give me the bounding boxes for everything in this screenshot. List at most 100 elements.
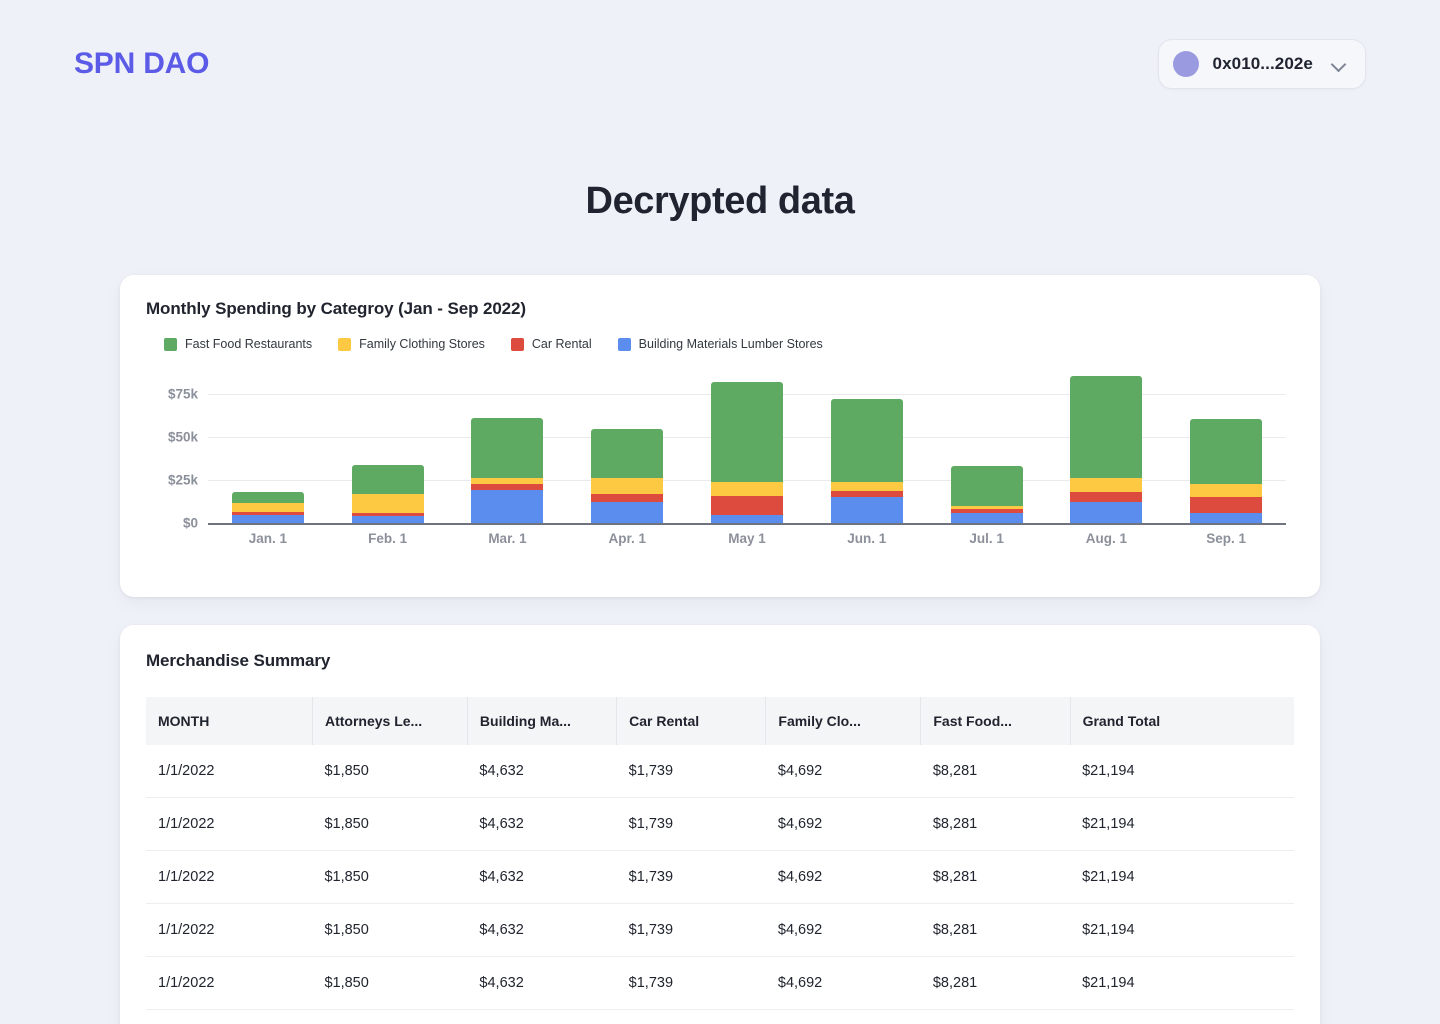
legend-item[interactable]: Family Clothing Stores [338,337,485,351]
table-row[interactable]: 1/1/2022 $1,850 $4,632 $1,739 $4,692 $8,281 $2… [146,745,1294,798]
legend-swatch-icon [164,337,177,351]
legend-label: Family Clothing Stores [359,337,485,351]
bar-column[interactable] [1166,373,1286,523]
table-row[interactable]: 1/1/2022 $1,850 $4,632 $1,739 $4,692 $8,281 $2… [146,797,1294,851]
table-cell: 1/1/2022 [146,903,313,957]
bar-segment [830,497,903,523]
table-cell: 1/1/2022 [146,850,313,904]
bar-column[interactable] [567,373,687,523]
table-cell: $1,850 [312,903,468,957]
chart-title: Monthly Spending by Categroy (Jan - Sep … [146,299,526,318]
stacked-bar[interactable] [591,428,664,523]
x-axis-line [208,523,1286,525]
table-column-header[interactable]: Family Clo... [765,697,922,745]
stacked-bar[interactable] [351,464,424,523]
y-axis-tick-label: $0 [182,515,198,531]
table-cell: $4,692 [765,797,921,851]
bar-segment [231,515,304,523]
bar-segment [1190,419,1263,485]
bar-segment [351,516,424,523]
stacked-bar[interactable] [1070,376,1143,523]
table-cell: $1,739 [616,956,766,1010]
table-cell: $4,632 [467,903,617,957]
table-row[interactable]: 1/1/2022 $1,850 $4,632 $1,739 $4,692 $8,281 $2… [146,956,1294,1010]
table-cell: $4,692 [765,903,921,957]
stacked-bar[interactable] [231,492,304,523]
bar-segment [351,493,424,513]
x-axis-tick-label: Jun. 1 [847,531,887,546]
table-cell: $4,692 [765,745,921,798]
x-axis-tick-label: Jul. 1 [969,531,1004,546]
brand-logo[interactable]: SPN DAO [74,47,209,81]
legend-label: Fast Food Restaurants [185,337,313,351]
table-cell: $1,739 [616,850,766,904]
bar-segment [1190,484,1263,498]
bar-column[interactable] [448,373,568,523]
table-column-header[interactable]: Fast Food... [920,697,1071,745]
bar-segment [471,477,544,485]
bar-column[interactable] [328,373,448,523]
table-cell: 1/1/2022 [146,745,313,798]
app-header: SPN DAO 0x010...202e [0,0,1440,128]
bar-segment [1070,492,1143,503]
table-column-header[interactable]: Attorneys Le... [312,697,468,745]
legend-item[interactable]: Building Materials Lumber Stores [617,337,823,351]
bar-segment [591,428,664,478]
table-column-header[interactable]: Grand Total [1070,697,1294,745]
table-column-header[interactable]: Car Rental [616,697,767,745]
bar-segment [1070,477,1143,493]
bar-column[interactable] [1046,373,1166,523]
stacked-bar[interactable] [711,381,784,523]
page-title: Decrypted data [585,180,855,222]
bar-segment [830,398,903,482]
x-axis-tick-label: May 1 [728,531,766,546]
legend-label: Car Rental [531,337,592,351]
bar-segment [711,481,784,496]
table-column-header[interactable]: Building Ma... [467,697,618,745]
wallet-connect-button[interactable]: 0x010...202e [1157,39,1366,89]
legend-swatch-icon [338,337,352,351]
bar-segment [1190,512,1263,523]
bar-column[interactable] [687,373,807,523]
legend-item[interactable]: Fast Food Restaurants [164,337,312,351]
stacked-bar[interactable] [1190,419,1263,523]
chart-legend: Fast Food Restaurants Family Clothing Sto… [146,337,1294,351]
bar-segment [231,503,304,512]
table-cell: $1,850 [312,797,468,851]
legend-item[interactable]: Car Rental [510,337,592,351]
x-axis-tick-label: Mar. 1 [488,531,527,546]
stacked-bar[interactable] [830,398,903,523]
table-cell: $8,281 [920,797,1071,851]
table-cell: $4,692 [765,956,921,1010]
table-cell: $1,739 [616,745,766,798]
x-axis-tick-label: Jan. 1 [248,531,288,546]
y-axis-tick-label: $25k [167,472,198,488]
stacked-bar[interactable] [950,466,1023,523]
x-axis-tick-label: Feb. 1 [368,531,408,546]
bar-segment [591,477,664,494]
table-row[interactable]: 1/1/2022 $1,850 $4,632 $1,739 $4,692 $8,281 $2… [146,903,1294,957]
table-body: 1/1/2022 $1,850 $4,632 $1,739 $4,692 $8,281 $2… [146,745,1294,1010]
bar-segment [830,481,903,492]
chart-canvas [208,373,1286,525]
bar-segment [591,501,664,523]
bar-column[interactable] [807,373,927,523]
x-axis-labels: Jan. 1 Feb. 1 Mar. 1 Apr. 1 May 1 Jun. 1 Jul. … [208,531,1286,546]
table-cell: $1,850 [312,745,468,798]
table-cell: $4,692 [765,850,921,904]
x-axis-tick-label: Apr. 1 [608,531,646,546]
table-header-row: MONTH Attorneys Le... Building Ma... Car Re… [146,697,1294,745]
stacked-bar[interactable] [471,417,544,523]
legend-swatch-icon [510,337,524,351]
table-head: MONTH Attorneys Le... Building Ma... Car Re… [146,697,1294,745]
bar-column[interactable] [927,373,1047,523]
bar-column[interactable] [208,373,328,523]
table-row[interactable]: 1/1/2022 $1,850 $4,632 $1,739 $4,692 $8,281 $2… [146,850,1294,904]
chevron-down-icon [1331,56,1347,72]
wallet-address: 0x010...202e [1212,54,1313,73]
x-axis-tick-label: Sep. 1 [1206,531,1247,546]
bar-segment [591,493,664,502]
table-column-header[interactable]: MONTH [146,697,313,745]
table-cell: $1,739 [616,797,766,851]
table-cell: 1/1/2022 [146,956,313,1010]
